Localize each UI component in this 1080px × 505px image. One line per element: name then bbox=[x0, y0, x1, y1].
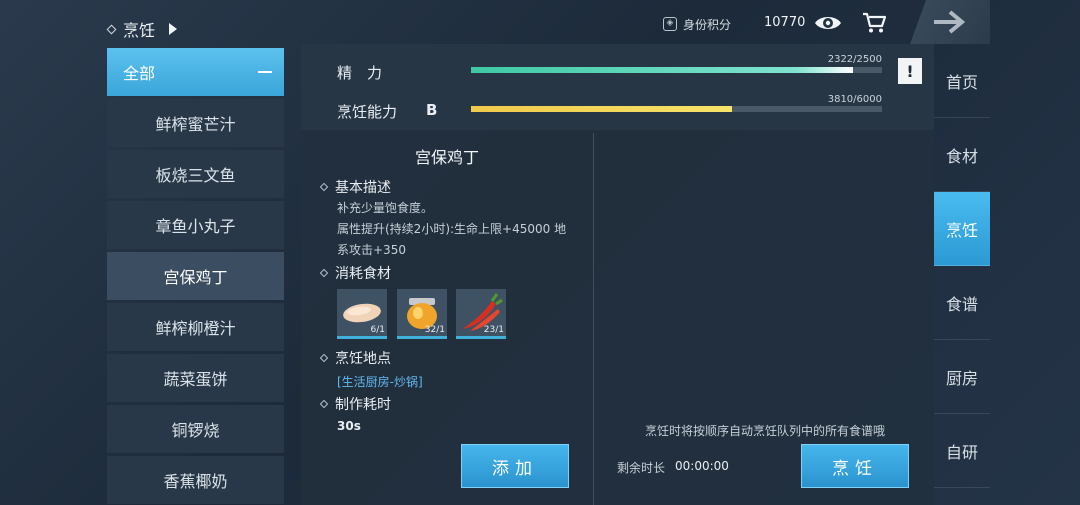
nav-ingredients[interactable]: 食材 bbox=[934, 118, 990, 192]
right-nav: 首页 食材 烹饪 食谱 厨房 自研 bbox=[934, 44, 990, 488]
nav-kitchen[interactable]: 厨房 bbox=[934, 340, 990, 414]
add-button-label: 添加 bbox=[492, 458, 538, 479]
id-score-label: 身份积分 bbox=[683, 17, 732, 32]
diamond-icon bbox=[319, 182, 329, 192]
nav-label: 首页 bbox=[945, 72, 978, 92]
ingredient-count: 32/1 bbox=[424, 325, 445, 335]
list-item-label: 香蕉椰奶 bbox=[163, 472, 228, 491]
nav-label: 烹饪 bbox=[945, 220, 978, 240]
section-heading: 消耗食材 bbox=[319, 263, 391, 283]
desc-line: 属性提升(持续2小时):生命上限+45000 地 bbox=[337, 222, 567, 236]
list-item-label: 章鱼小丸子 bbox=[155, 217, 236, 236]
back-button[interactable] bbox=[910, 0, 990, 44]
arrow-right-icon bbox=[934, 10, 966, 34]
energy-bar-fill bbox=[471, 67, 853, 73]
time-heading: 制作耗时 bbox=[335, 397, 391, 413]
divider bbox=[593, 133, 594, 505]
energy-bar bbox=[471, 67, 882, 73]
cooking-bar-fill bbox=[471, 106, 732, 112]
category-all[interactable]: 全部 bbox=[107, 48, 284, 96]
ingredient-count: 23/1 bbox=[483, 325, 504, 335]
list-item[interactable]: 蔬菜蛋饼 bbox=[107, 354, 284, 402]
ingredient-count: 6/1 bbox=[370, 325, 385, 335]
shop-button[interactable] bbox=[858, 9, 890, 37]
recipe-category-list: 全部 鲜榨蜜芒汁 板烧三文鱼 章鱼小丸子 宫保鸡丁 鲜榨柳橙汁 蔬菜蛋饼 铜锣烧… bbox=[107, 48, 284, 505]
cooking-time: 30s bbox=[337, 419, 361, 433]
info-button[interactable]: ! bbox=[898, 58, 922, 84]
remaining-label: 剩余时长 bbox=[617, 461, 666, 475]
badge-icon: ◈ bbox=[663, 17, 677, 31]
breadcrumb-label: 烹饪 bbox=[123, 21, 156, 40]
list-item[interactable]: 鲜榨柳橙汁 bbox=[107, 303, 284, 351]
eye-icon bbox=[815, 17, 841, 29]
list-item-label: 鲜榨蜜芒汁 bbox=[155, 115, 236, 134]
breadcrumb[interactable]: 烹饪 bbox=[106, 16, 178, 42]
cook-button[interactable]: 烹饪 bbox=[801, 444, 909, 488]
nav-home[interactable]: 首页 bbox=[934, 44, 990, 118]
collapse-icon bbox=[258, 71, 272, 73]
section-heading: 制作耗时 bbox=[319, 394, 391, 414]
list-item[interactable]: 板烧三文鱼 bbox=[107, 150, 284, 198]
cart-icon bbox=[863, 12, 886, 33]
view-button[interactable] bbox=[812, 9, 844, 37]
energy-value: 2322/2500 bbox=[827, 54, 882, 65]
desc-line: 系攻击+350 bbox=[337, 243, 406, 257]
diamond-icon bbox=[319, 399, 329, 409]
cooking-location-link[interactable]: [生活厨房-炒锅] bbox=[337, 373, 423, 390]
queue-note: 烹饪时将按顺序自动烹饪队列中的所有食谱哦 bbox=[644, 424, 885, 438]
list-item-label: 宫保鸡丁 bbox=[163, 268, 228, 287]
add-button[interactable]: 添加 bbox=[461, 444, 569, 488]
desc-line: 补充少量饱食度。 bbox=[337, 201, 434, 215]
cooking-grade: B bbox=[426, 101, 438, 119]
desc-heading: 基本描述 bbox=[335, 180, 391, 196]
play-arrow-icon bbox=[169, 23, 178, 35]
diamond-icon bbox=[319, 268, 329, 278]
cooking-value: 3810/6000 bbox=[827, 94, 882, 105]
list-item-label: 蔬菜蛋饼 bbox=[163, 370, 228, 389]
nav-label: 自研 bbox=[945, 442, 978, 462]
remaining-value: 00:00:00 bbox=[675, 459, 729, 473]
list-item[interactable]: 章鱼小丸子 bbox=[107, 201, 284, 249]
cooking-bar bbox=[471, 106, 882, 112]
nav-cooking[interactable]: 烹饪 bbox=[934, 192, 990, 266]
section-heading: 基本描述 bbox=[319, 177, 391, 197]
diamond-icon bbox=[319, 353, 329, 363]
id-score-value: 10770 bbox=[764, 15, 806, 30]
list-item[interactable]: 香蕉椰奶 bbox=[107, 456, 284, 504]
list-item-label: 鲜榨柳橙汁 bbox=[155, 319, 236, 338]
ingredient-slot[interactable]: 32/1 bbox=[397, 289, 447, 339]
diamond-icon bbox=[106, 24, 117, 34]
cook-button-label: 烹饪 bbox=[832, 458, 878, 479]
id-score: ◈ 身份积分 bbox=[663, 14, 731, 34]
ingredients-heading: 消耗食材 bbox=[335, 266, 391, 282]
nav-recipes[interactable]: 食谱 bbox=[934, 266, 990, 340]
nav-label: 食谱 bbox=[945, 294, 978, 314]
category-all-label: 全部 bbox=[123, 64, 156, 83]
exclamation-icon: ! bbox=[906, 61, 914, 81]
list-item[interactable]: 鲜榨蜜芒汁 bbox=[107, 99, 284, 147]
ingredient-slot[interactable]: 23/1 bbox=[456, 289, 506, 339]
ingredient-slot[interactable]: 6/1 bbox=[337, 289, 387, 339]
location-heading: 烹饪地点 bbox=[335, 351, 391, 367]
recipe-title: 宫保鸡丁 bbox=[414, 148, 479, 167]
nav-label: 食材 bbox=[945, 146, 978, 166]
cooking-ability-label: 烹饪能力 bbox=[337, 103, 398, 121]
list-item-label: 铜锣烧 bbox=[171, 421, 220, 440]
list-item[interactable]: 铜锣烧 bbox=[107, 405, 284, 453]
energy-label: 精 力 bbox=[337, 64, 383, 82]
remaining-time: 剩余时长 00:00:00 bbox=[617, 459, 729, 476]
list-item-selected[interactable]: 宫保鸡丁 bbox=[107, 252, 284, 300]
nav-research[interactable]: 自研 bbox=[934, 414, 990, 488]
list-item-label: 板烧三文鱼 bbox=[155, 166, 236, 185]
section-heading: 烹饪地点 bbox=[319, 348, 391, 368]
nav-label: 厨房 bbox=[945, 368, 978, 388]
